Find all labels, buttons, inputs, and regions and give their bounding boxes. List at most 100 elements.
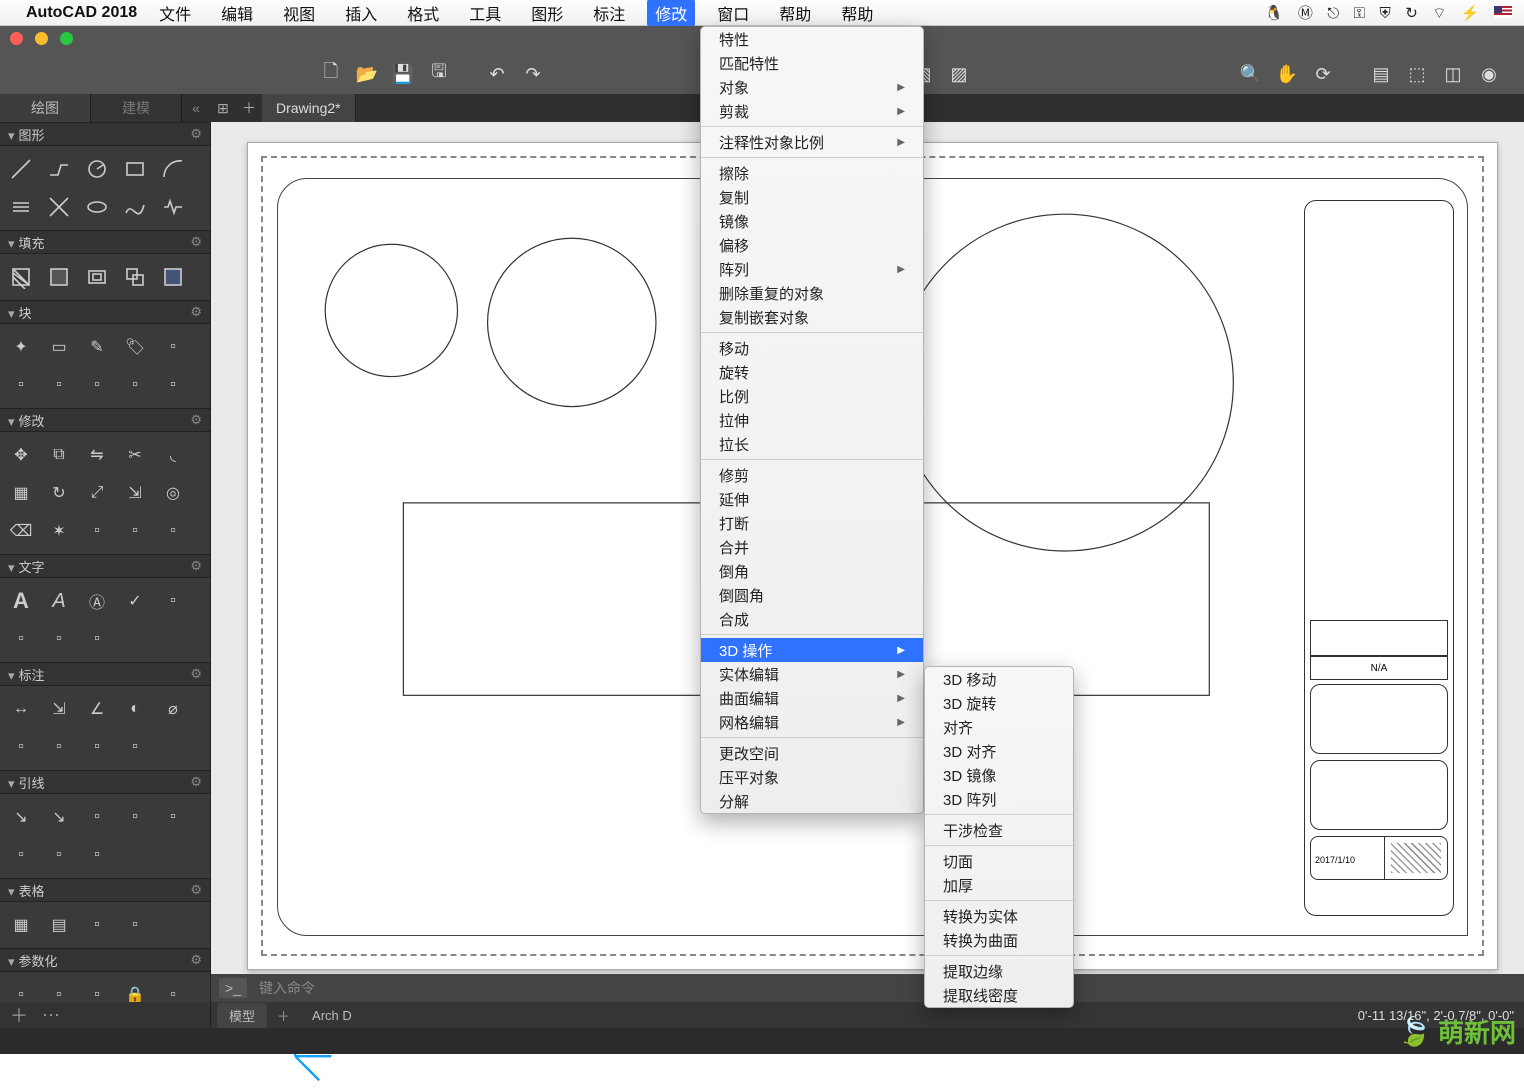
panel-modify-header[interactable]: 修改⚙: [0, 408, 210, 432]
tool-hatch[interactable]: [2, 258, 40, 296]
tool-block-edit[interactable]: ✎: [78, 328, 116, 366]
mi-tosolid[interactable]: 转换为实体: [925, 904, 1073, 928]
menu-dimen[interactable]: 标注: [585, 0, 633, 27]
tool-arc[interactable]: [154, 150, 192, 188]
new-tab-button[interactable]: ＋: [236, 95, 262, 121]
mi-interfere[interactable]: 干涉检查: [925, 818, 1073, 842]
viewport-grid-icon[interactable]: ⊞: [210, 95, 236, 121]
tool-t1[interactable]: Ⓐ: [78, 582, 116, 620]
tool-t5[interactable]: ▫: [40, 620, 78, 658]
tool-table-style[interactable]: ▤: [40, 906, 78, 944]
tool-t2[interactable]: ✓: [116, 582, 154, 620]
menu-format[interactable]: 格式: [399, 0, 447, 27]
tool-block-attr[interactable]: 🏷: [116, 328, 154, 366]
mi-move[interactable]: 移动: [701, 336, 923, 360]
props-icon[interactable]: ▤: [1370, 63, 1392, 85]
tool-block-b1[interactable]: ▫: [154, 328, 192, 366]
tool-m3[interactable]: ▫: [154, 512, 192, 550]
orbit-icon[interactable]: ⟳: [1312, 63, 1334, 85]
tool-erase[interactable]: ⌫: [2, 512, 40, 550]
command-input[interactable]: 键入命令: [259, 978, 315, 998]
window-zoom-button[interactable]: [60, 32, 73, 45]
mi-meshedit[interactable]: 网格编辑: [701, 710, 923, 734]
tool-l4[interactable]: ▫: [2, 836, 40, 874]
tool-gradient[interactable]: [40, 258, 78, 296]
gear-icon[interactable]: ⚙: [190, 412, 202, 428]
redo-icon[interactable]: ↷: [522, 63, 544, 85]
mi-flatten[interactable]: 压平对象: [701, 765, 923, 789]
mi-break[interactable]: 打断: [701, 511, 923, 535]
tray-clock-icon[interactable]: ↻: [1405, 5, 1418, 22]
mi-surfedit[interactable]: 曲面编辑: [701, 686, 923, 710]
menu-tools[interactable]: 工具: [461, 0, 509, 27]
gear-icon[interactable]: ⚙: [190, 666, 202, 682]
mi-changespace[interactable]: 更改空间: [701, 741, 923, 765]
tray-qq-icon[interactable]: 🐧: [1265, 5, 1284, 22]
tool-table[interactable]: ▦: [2, 906, 40, 944]
mi-3dops[interactable]: 3D 操作: [701, 638, 923, 662]
mi-match-props[interactable]: 匹配特性: [701, 51, 923, 75]
tool-rectangle[interactable]: [116, 150, 154, 188]
menu-view[interactable]: 视图: [275, 0, 323, 27]
menu-edit[interactable]: 编辑: [213, 0, 261, 27]
mi-align[interactable]: 对齐: [925, 715, 1073, 739]
mi-scale[interactable]: 比例: [701, 384, 923, 408]
tray-battery-icon[interactable]: ⚡: [1461, 5, 1480, 22]
save-icon[interactable]: 💾: [392, 63, 414, 85]
panel-leader-header[interactable]: 引线⚙: [0, 770, 210, 794]
gear-icon[interactable]: ⚙: [190, 558, 202, 574]
mi-chamfer[interactable]: 倒角: [701, 559, 923, 583]
tray-key-icon[interactable]: ⚿: [1354, 5, 1365, 22]
mi-3dmove[interactable]: 3D 移动: [925, 667, 1073, 691]
tool-circle[interactable]: [78, 150, 116, 188]
tool-l1[interactable]: ▫: [78, 798, 116, 836]
mi-copy[interactable]: 复制: [701, 185, 923, 209]
tool-stretch[interactable]: ⇲: [116, 474, 154, 512]
tool-move[interactable]: ✥: [2, 436, 40, 474]
tool-block-b3[interactable]: ▫: [40, 366, 78, 404]
window-minimize-button[interactable]: [35, 32, 48, 45]
sidebar-tab-draw[interactable]: 绘图: [0, 94, 91, 122]
tool-tb2[interactable]: ▫: [116, 906, 154, 944]
mi-trim[interactable]: 修剪: [701, 463, 923, 487]
mi-thicken[interactable]: 加厚: [925, 873, 1073, 897]
new-icon[interactable]: 🗋: [320, 63, 342, 85]
menu-help-2[interactable]: 帮助: [833, 0, 881, 27]
panel-text-header[interactable]: 文字⚙: [0, 554, 210, 578]
tool-block-b6[interactable]: ▫: [154, 366, 192, 404]
mi-3dalign[interactable]: 3D 对齐: [925, 739, 1073, 763]
tool-d2[interactable]: ▫: [40, 728, 78, 766]
tool-boundary[interactable]: [78, 258, 116, 296]
panel-fill-header[interactable]: 填充⚙: [0, 230, 210, 254]
tool-pulse[interactable]: [154, 188, 192, 226]
tool-d4[interactable]: ▫: [116, 728, 154, 766]
command-line[interactable]: >_ 键入命令: [211, 974, 1524, 1002]
mi-stretch[interactable]: 拉伸: [701, 408, 923, 432]
add-layout-button[interactable]: ＋: [267, 1006, 300, 1025]
tool-t6[interactable]: ▫: [78, 620, 116, 658]
mi-explode[interactable]: 分解: [701, 789, 923, 813]
tool-d1[interactable]: ▫: [2, 728, 40, 766]
panel-dim-header[interactable]: 标注⚙: [0, 662, 210, 686]
sidebar-more-button[interactable]: ⋯: [42, 1005, 60, 1026]
mi-join[interactable]: 合并: [701, 535, 923, 559]
tool-dim-angular[interactable]: ∠: [78, 690, 116, 728]
tool-l3[interactable]: ▫: [154, 798, 192, 836]
layer-icon-4[interactable]: ▨: [948, 63, 970, 85]
tool-leader2[interactable]: ↘: [40, 798, 78, 836]
tool-line[interactable]: [2, 150, 40, 188]
mi-blend[interactable]: 合成: [701, 607, 923, 631]
tool-l2[interactable]: ▫: [116, 798, 154, 836]
tool-l5[interactable]: ▫: [40, 836, 78, 874]
tray-hotspot-icon[interactable]: ⎋: [1327, 5, 1339, 22]
mi-tosurface[interactable]: 转换为曲面: [925, 928, 1073, 952]
mi-object[interactable]: 对象: [701, 75, 923, 99]
tool-t4[interactable]: ▫: [2, 620, 40, 658]
tool-text[interactable]: A: [40, 582, 78, 620]
tool-block-b4[interactable]: ▫: [78, 366, 116, 404]
tool-explode[interactable]: ✶: [40, 512, 78, 550]
xref-icon[interactable]: ⬚: [1406, 63, 1428, 85]
tool-l6[interactable]: ▫: [78, 836, 116, 874]
tool-dim-dia[interactable]: ⌀: [154, 690, 192, 728]
tool-ray[interactable]: [40, 188, 78, 226]
